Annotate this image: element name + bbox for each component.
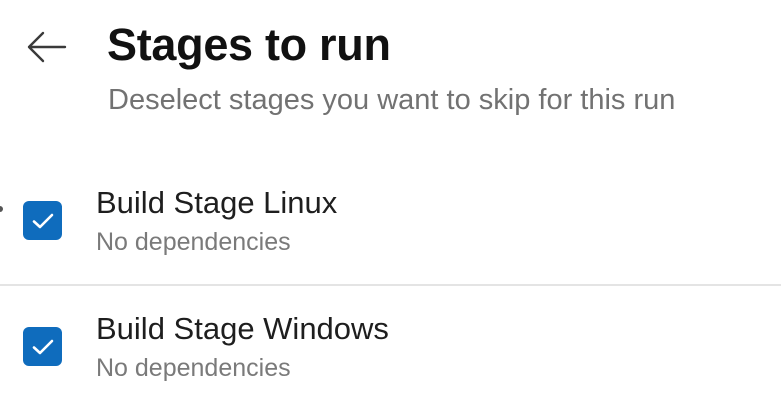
checkmark-icon bbox=[32, 213, 53, 228]
stage-item-windows[interactable]: Build Stage Windows No dependencies bbox=[0, 298, 781, 408]
checkmark-icon bbox=[32, 339, 53, 354]
stage-checkbox-linux[interactable] bbox=[23, 201, 62, 240]
stage-item-linux[interactable]: Build Stage Linux No dependencies bbox=[0, 172, 781, 282]
page-title: Stages to run bbox=[107, 19, 391, 70]
stage-name: Build Stage Linux bbox=[96, 185, 338, 220]
stages-panel: Stages to run Deselect stages you want t… bbox=[0, 0, 781, 408]
arrow-left-icon bbox=[27, 31, 67, 63]
divider bbox=[0, 284, 781, 286]
stage-name: Build Stage Windows bbox=[96, 311, 389, 346]
page-subtitle: Deselect stages you want to skip for thi… bbox=[108, 84, 676, 116]
stage-dependencies: No dependencies bbox=[96, 228, 291, 256]
stage-checkbox-windows[interactable] bbox=[23, 327, 62, 366]
stage-dependencies: No dependencies bbox=[96, 354, 291, 382]
back-button[interactable] bbox=[22, 24, 72, 70]
edge-indicator bbox=[0, 206, 3, 212]
